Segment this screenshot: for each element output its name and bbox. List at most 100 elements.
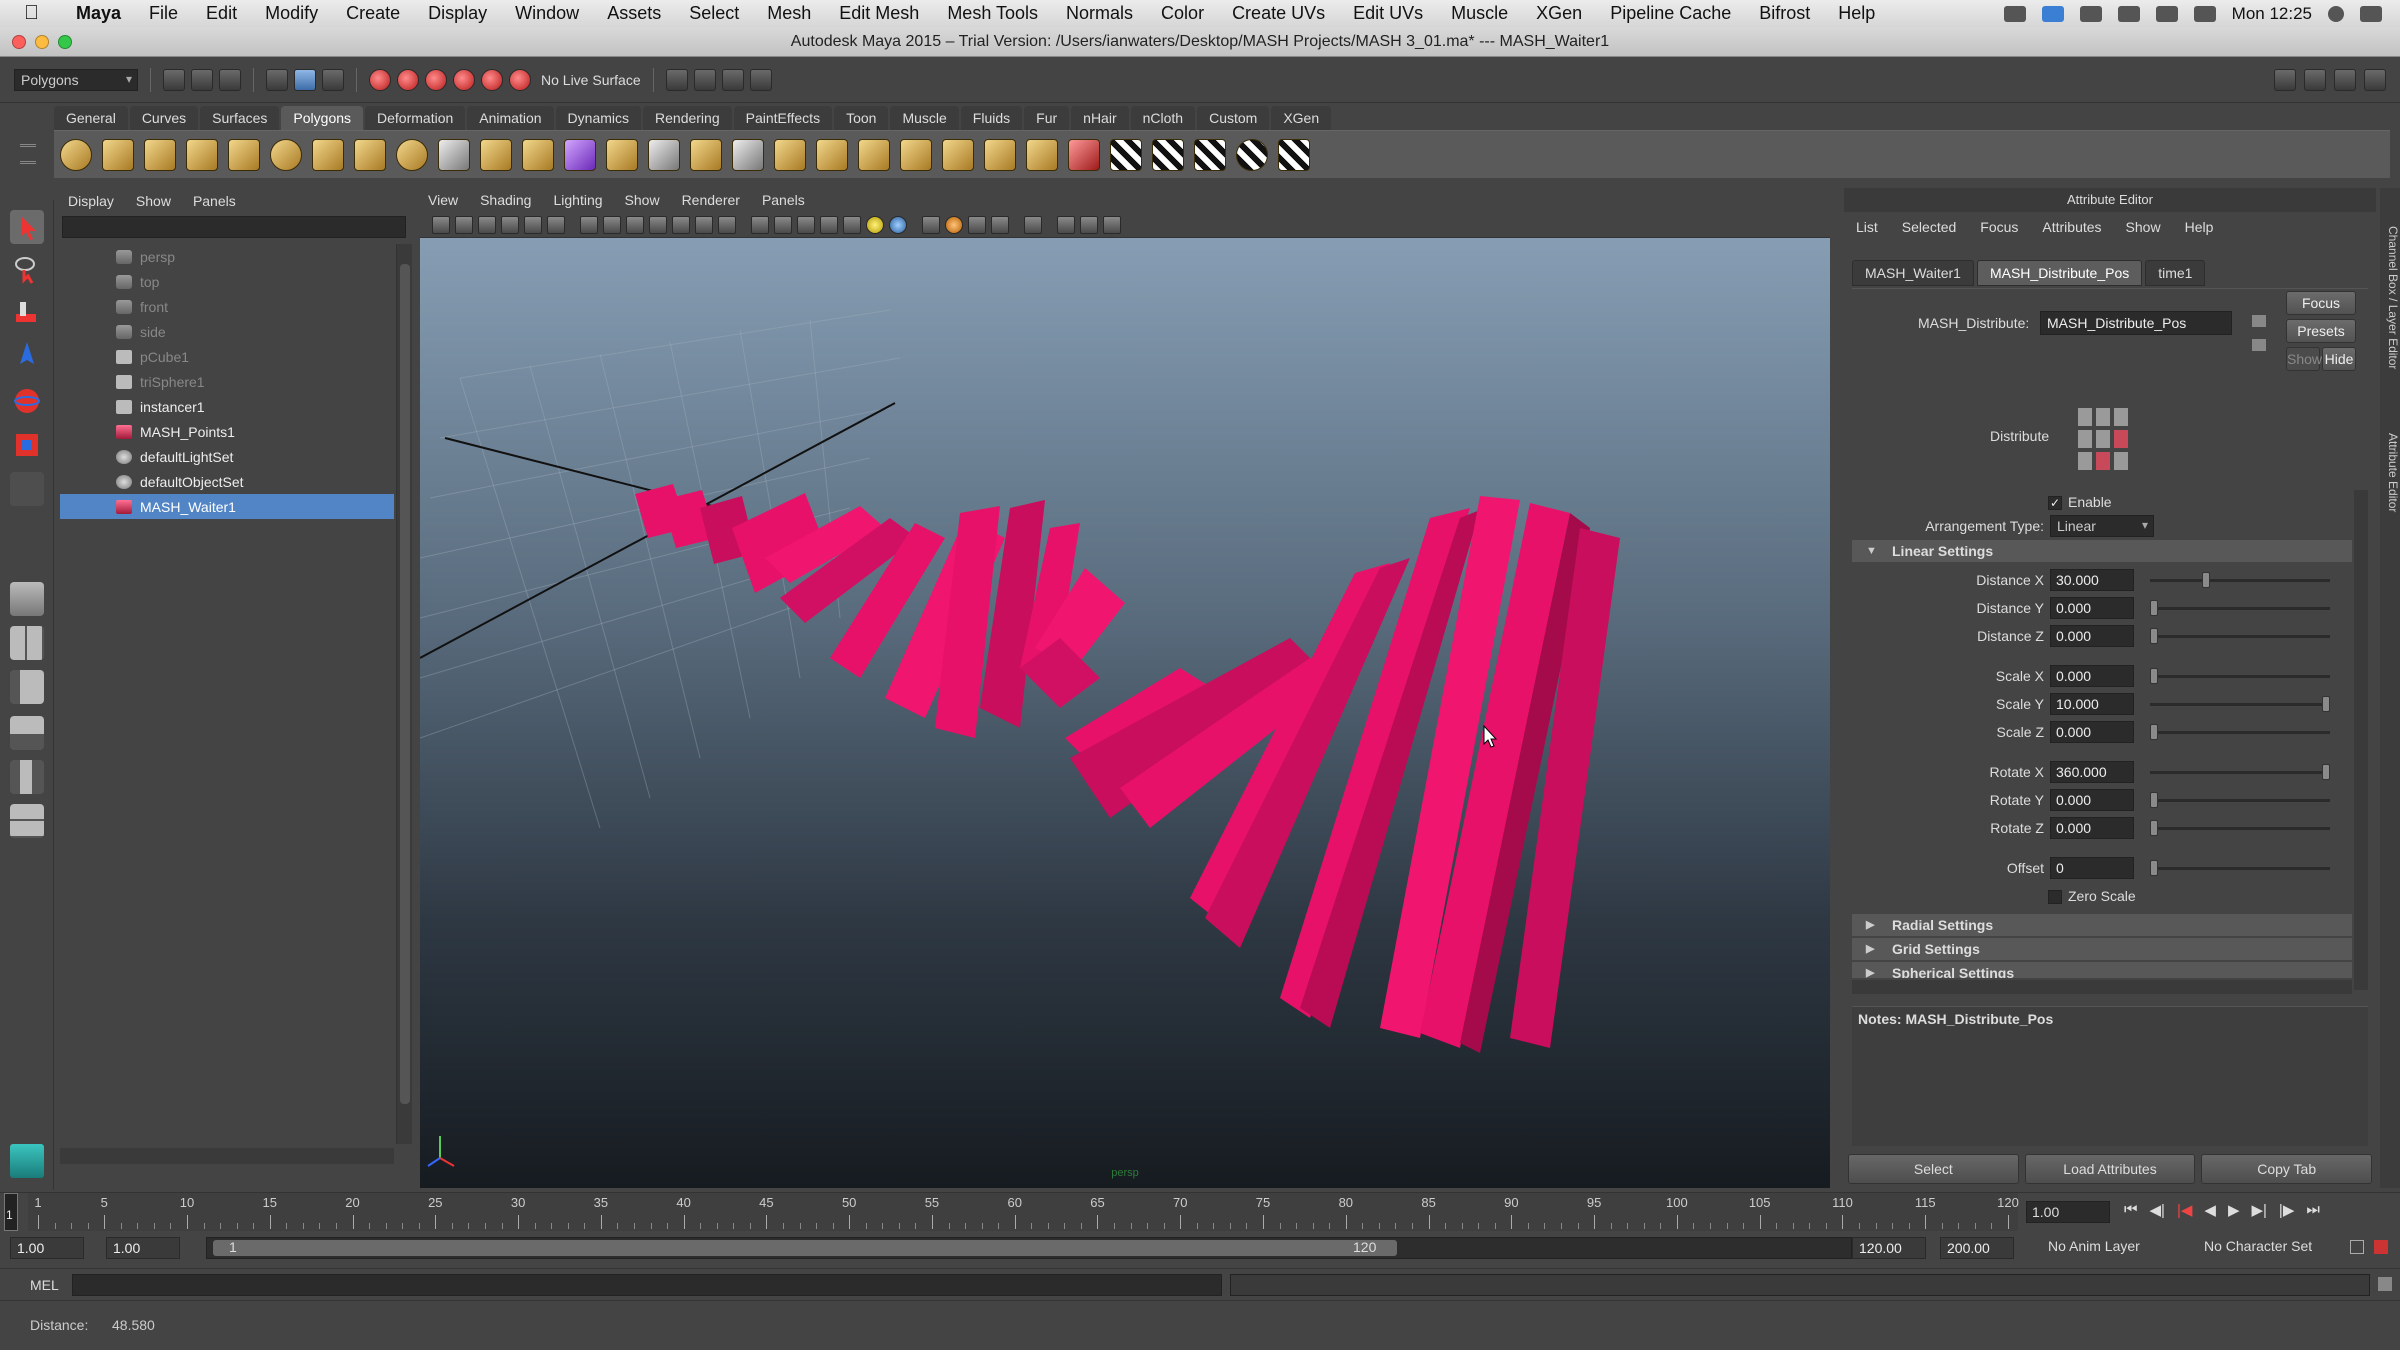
offset-edge-loop-icon[interactable]: [900, 138, 932, 171]
poly-pipe-icon[interactable]: [354, 138, 386, 171]
menu-create-uvs[interactable]: Create UVs: [1218, 3, 1339, 24]
grease-pencil-icon[interactable]: [547, 215, 565, 234]
attr-field[interactable]: 0.000: [2050, 665, 2134, 687]
viewport-menu-view[interactable]: View: [428, 192, 458, 208]
smooth-icon[interactable]: [564, 138, 596, 171]
select-button[interactable]: Select: [1848, 1154, 2019, 1184]
end-time-field[interactable]: 200.00: [1940, 1237, 2014, 1259]
ae-menu-show[interactable]: Show: [2126, 219, 2161, 235]
shelf-tab-animation[interactable]: Animation: [467, 106, 554, 130]
reverse-normals-icon[interactable]: [1068, 138, 1100, 171]
slider-knob[interactable]: [2150, 600, 2158, 616]
motion-blur-icon[interactable]: [945, 215, 963, 234]
poly-cube-icon[interactable]: [102, 138, 134, 171]
play-backwards-icon[interactable]: ◀: [2204, 1201, 2216, 1219]
poly-cylinder-icon[interactable]: [144, 138, 176, 171]
select-tool-icon[interactable]: [10, 210, 44, 244]
persp-graph-layout-icon[interactable]: [10, 716, 44, 750]
persp-outliner-layout-icon[interactable]: [10, 670, 44, 704]
attr-field[interactable]: 360.000: [2050, 761, 2134, 783]
attr-slider[interactable]: [2150, 600, 2330, 616]
shelf-tab-rendering[interactable]: Rendering: [643, 106, 732, 130]
menu-bifrost[interactable]: Bifrost: [1745, 3, 1824, 24]
last-tool-icon[interactable]: [10, 472, 44, 506]
camera-status-icon[interactable]: [2003, 5, 2026, 22]
time-ruler[interactable]: 1 5 10 15 20 25 30 35 40 45 50 55 60 65 70 75 80 85 90 95 10…: [28, 1193, 2019, 1231]
uv-editor-icon[interactable]: [1278, 138, 1310, 171]
ae-menu-selected[interactable]: Selected: [1902, 219, 1956, 235]
slider-knob[interactable]: [2322, 696, 2330, 712]
anim-layer-dropdown[interactable]: No Anim Layer: [2048, 1238, 2140, 1254]
scale-tool-icon[interactable]: [10, 428, 44, 462]
menu-muscle[interactable]: Muscle: [1437, 3, 1522, 24]
outliner-menu-display[interactable]: Display: [68, 193, 114, 209]
step-back-key-icon[interactable]: ◀|: [2150, 1201, 2165, 1219]
screen-space-ao-icon[interactable]: [922, 215, 940, 234]
section-spherical-settings[interactable]: ▶ Spherical Settings: [1852, 962, 2352, 978]
save-scene-icon[interactable]: [219, 68, 241, 91]
shelf-tab-toon[interactable]: Toon: [834, 106, 889, 130]
attr-slider[interactable]: [2150, 572, 2330, 588]
range-bar[interactable]: 1 120: [206, 1237, 1852, 1259]
outliner-item-defaultlightset[interactable]: defaultLightSet: [60, 444, 394, 469]
combine-icon[interactable]: [438, 138, 470, 171]
slider-knob[interactable]: [2150, 820, 2158, 836]
select-component-icon[interactable]: [322, 68, 344, 91]
auto-key-icon[interactable]: [2350, 1240, 2364, 1254]
viewport-menu-lighting[interactable]: Lighting: [553, 192, 602, 208]
slider-knob[interactable]: [2150, 792, 2158, 808]
camera-attributes-icon[interactable]: [455, 215, 473, 234]
separate-icon[interactable]: [480, 138, 512, 171]
snap-grid-icon[interactable]: [369, 68, 391, 91]
outliner-menu-panels[interactable]: Panels: [193, 193, 236, 209]
node-name-field[interactable]: MASH_Distribute_Pos: [2040, 311, 2232, 335]
outliner-item-instancer1[interactable]: instancer1: [60, 394, 394, 419]
viewport-menu-show[interactable]: Show: [625, 192, 660, 208]
wifi-icon[interactable]: [2193, 5, 2216, 22]
snap-point-icon[interactable]: [425, 68, 447, 91]
menu-create[interactable]: Create: [332, 3, 414, 24]
poly-plane-icon[interactable]: [228, 138, 260, 171]
poly-soccer-ball-icon[interactable]: [396, 138, 428, 171]
outliner-item-front[interactable]: front: [60, 294, 394, 319]
menu-pipeline-cache[interactable]: Pipeline Cache: [1596, 3, 1745, 24]
zero-scale-checkbox[interactable]: Zero Scale: [2048, 888, 2136, 905]
move-tool-icon[interactable]: [10, 338, 44, 372]
attr-slider[interactable]: [2150, 860, 2330, 876]
attr-slider[interactable]: [2150, 724, 2330, 740]
attr-slider[interactable]: [2150, 764, 2330, 780]
toggle-layer-editor-icon[interactable]: [2364, 68, 2386, 91]
multisample-icon[interactable]: [968, 215, 986, 234]
grid-icon[interactable]: [580, 215, 598, 234]
script-language-label[interactable]: MEL: [30, 1277, 59, 1293]
outliner-item-mash-points1[interactable]: MASH_Points1: [60, 419, 394, 444]
slider-knob[interactable]: [2322, 764, 2330, 780]
shelf-tab-painteffects[interactable]: PaintEffects: [733, 106, 833, 130]
poke-face-icon[interactable]: [942, 138, 974, 171]
focus-button[interactable]: Focus: [2286, 291, 2356, 315]
spotlight-search-icon[interactable]: [2328, 5, 2344, 22]
bridge-icon[interactable]: [732, 138, 764, 171]
gamma-icon[interactable]: [1103, 215, 1121, 234]
attr-slider[interactable]: [2150, 628, 2330, 644]
open-scene-icon[interactable]: [191, 68, 213, 91]
playback-start-field[interactable]: 1.00: [106, 1237, 180, 1259]
persp-uv-layout-icon[interactable]: [10, 804, 44, 838]
viewport-menu-panels[interactable]: Panels: [762, 192, 805, 208]
menu-assets[interactable]: Assets: [593, 3, 675, 24]
append-polygon-icon[interactable]: [774, 138, 806, 171]
ae-menu-list[interactable]: List: [1856, 219, 1878, 235]
outliner-item-top[interactable]: top: [60, 269, 394, 294]
tab-time1[interactable]: time1: [2145, 260, 2206, 286]
extrude-icon[interactable]: [690, 138, 722, 171]
isolate-select-icon[interactable]: [1024, 215, 1042, 234]
select-hierarchy-icon[interactable]: [266, 68, 288, 91]
outliner-horizontal-scrollbar[interactable]: [60, 1148, 394, 1164]
go-to-end-icon[interactable]: ⏭: [2306, 1201, 2320, 1219]
tab-mash-distribute-pos[interactable]: MASH_Distribute_Pos: [1976, 260, 2143, 286]
step-forward-key-icon[interactable]: |▶: [2279, 1201, 2294, 1219]
outliner-item-mash-waiter1[interactable]: MASH_Waiter1: [60, 494, 394, 519]
clock[interactable]: Mon 12:25: [2232, 4, 2312, 24]
single-perspective-layout-icon[interactable]: [10, 582, 44, 616]
step-forward-frame-icon[interactable]: ▶|: [2251, 1201, 2266, 1219]
